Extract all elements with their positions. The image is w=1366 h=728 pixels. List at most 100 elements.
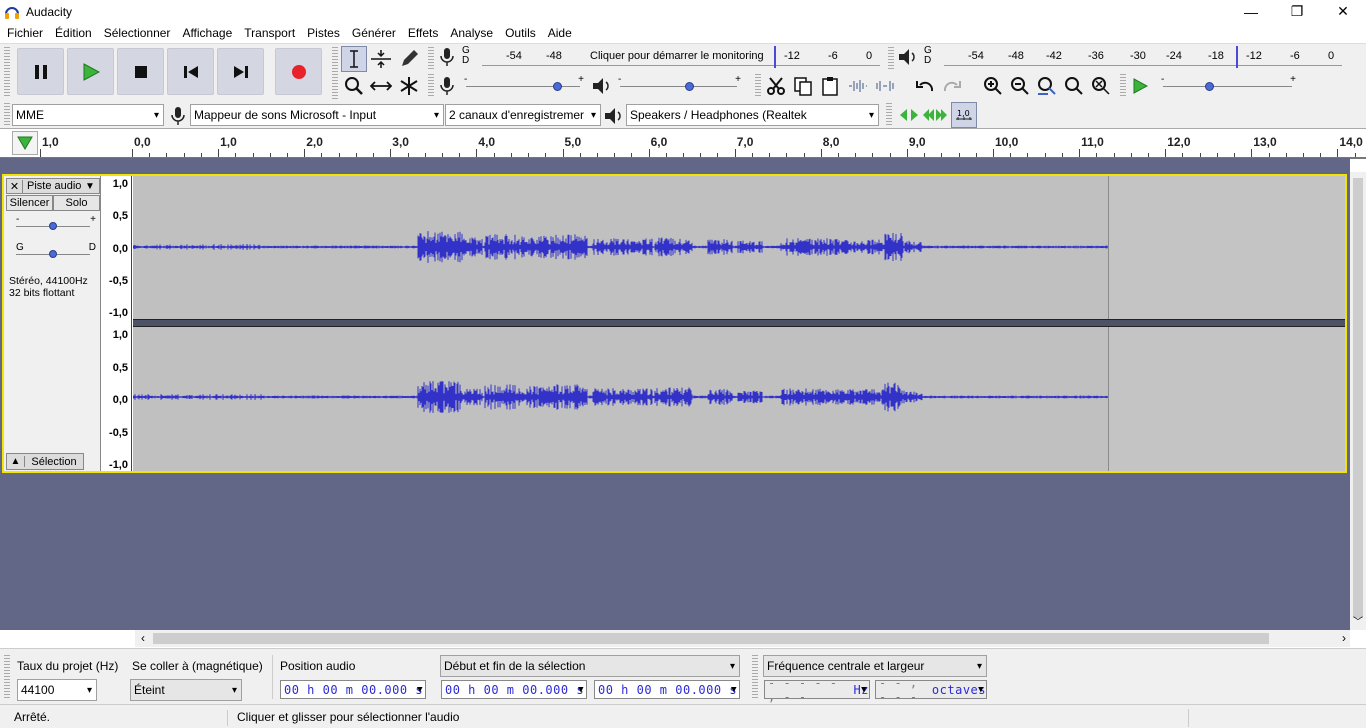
play-button[interactable] [67, 48, 114, 95]
fit-project-button[interactable] [1061, 73, 1087, 99]
slider-thumb[interactable] [1205, 82, 1215, 91]
close-track-button[interactable]: ✕ [7, 179, 23, 193]
chevron-down-icon[interactable]: ▼ [861, 685, 867, 695]
collapse-icon[interactable]: ▲ [7, 456, 25, 467]
paste-button[interactable] [817, 73, 843, 99]
zoom-in-button[interactable] [980, 73, 1006, 99]
recording-channels-select[interactable]: 2 canaux d'enregistremer ▾ [445, 104, 601, 126]
monitoring-prompt[interactable]: Cliquer pour démarrer le monitoring [590, 50, 764, 62]
selection-mode-select[interactable]: Début et fin de la sélection ▾ [440, 655, 740, 677]
edit-toolbar-grip[interactable] [755, 74, 761, 98]
project-rate-select[interactable]: 44100 ▾ [17, 679, 97, 701]
play-at-speed-button[interactable] [1127, 73, 1153, 99]
stop-button[interactable] [117, 48, 164, 95]
audio-track[interactable]: ✕ Piste audio ▼ Silencer Solo - + G D St… [2, 174, 1347, 473]
slider-thumb[interactable] [552, 82, 562, 91]
horizontal-scrollbar-thumb[interactable] [153, 633, 1269, 644]
recording-volume-slider[interactable]: - + [458, 74, 588, 94]
playback-volume-slider[interactable]: - + [612, 74, 745, 94]
mute-button[interactable]: Silencer [6, 195, 53, 211]
redo-button[interactable] [939, 73, 965, 99]
selection-tool[interactable] [341, 46, 367, 72]
playback-device-select[interactable]: Speakers / Headphones (Realtek ▾ [626, 104, 879, 126]
waveform-area[interactable] [133, 176, 1345, 471]
tools-toolbar-grip[interactable] [332, 47, 338, 100]
chevron-down-icon[interactable]: ▼ [417, 685, 423, 695]
pause-button[interactable] [17, 48, 64, 95]
snap-select[interactable]: Éteint ▾ [130, 679, 242, 701]
record-meter-grip[interactable] [428, 47, 434, 69]
scroll-right-icon[interactable]: › [1342, 631, 1346, 645]
amplitude-ruler[interactable]: 1,0 0,5 0,0 -0,5 -1,0 1,0 0,5 0,0 -0,5 -1,0 [102, 176, 132, 471]
spectral-mode-select[interactable]: Fréquence centrale et largeur ▾ [763, 655, 987, 677]
undo-button[interactable] [912, 73, 938, 99]
chevron-down-icon[interactable]: ▼ [978, 685, 984, 695]
scrub-ruler-toggle[interactable]: 1,0 [951, 102, 977, 128]
selection-start-field[interactable]: 00 h 00 m 00.000 s ▼ [441, 680, 587, 699]
gain-slider[interactable]: - + [8, 214, 98, 234]
menu-affichage[interactable]: Affichage [176, 23, 238, 43]
track-menu-arrow-icon[interactable]: ▼ [85, 181, 99, 192]
chevron-down-icon[interactable]: ▼ [578, 685, 584, 695]
seek-button[interactable] [922, 102, 948, 128]
envelope-tool[interactable] [368, 46, 394, 72]
vertical-scrollbar[interactable]: ︿ ﹀ [1350, 172, 1366, 630]
trim-button[interactable] [845, 73, 871, 99]
slider-thumb[interactable] [49, 222, 57, 230]
solo-button[interactable]: Solo [53, 195, 100, 211]
playback-meter[interactable]: GD -54 -48 -42 -36 -30 -24 -18 -12 -6 0 [924, 46, 1342, 68]
cut-button[interactable] [763, 73, 789, 99]
pan-slider[interactable]: G D [8, 242, 98, 262]
mixer-toolbar-grip[interactable] [428, 74, 434, 98]
time-shift-tool[interactable] [368, 73, 394, 99]
zoom-out-button[interactable] [1007, 73, 1033, 99]
menu-analyse[interactable]: Analyse [444, 23, 499, 43]
spectral-toolbar-grip[interactable] [752, 655, 758, 699]
menu-aide[interactable]: Aide [542, 23, 578, 43]
center-frequency-field[interactable]: - - - - - , - - Hz ▼ [764, 676, 870, 704]
record-button[interactable] [275, 48, 322, 95]
menu-outils[interactable]: Outils [499, 23, 542, 43]
scrub-button[interactable] [896, 102, 922, 128]
zoom-toggle-button[interactable] [1088, 73, 1114, 99]
play-speed-slider[interactable]: - + [1155, 74, 1300, 94]
scroll-down-icon[interactable]: ﹀ [1353, 613, 1363, 628]
microphone-icon[interactable] [439, 47, 455, 67]
fit-selection-button[interactable] [1034, 73, 1060, 99]
slider-thumb[interactable] [49, 250, 57, 258]
selection-end-field[interactable]: 00 h 00 m 00.000 s ▼ [594, 680, 740, 699]
menu-pistes[interactable]: Pistes [301, 23, 346, 43]
vertical-scrollbar-thumb[interactable] [1353, 178, 1363, 618]
recording-device-select[interactable]: Mappeur de sons Microsoft - Input ▾ [190, 104, 444, 126]
menu-fichier[interactable]: Fichier [1, 23, 49, 43]
audio-position-field[interactable]: 00 h 00 m 00.000 s ▼ [280, 680, 426, 699]
bandwidth-field[interactable]: - - , - - - octaves ▼ [875, 676, 987, 704]
menu-generer[interactable]: Générer [346, 23, 402, 43]
maximize-button[interactable]: ❐ [1274, 0, 1320, 23]
pin-playhead-button[interactable] [12, 131, 38, 155]
play-speed-grip[interactable] [1120, 74, 1126, 98]
recording-meter[interactable]: GD -54 -48 Cliquer pour démarrer le moni… [462, 46, 880, 68]
scroll-left-icon[interactable]: ‹ [141, 631, 145, 645]
speaker-icon[interactable] [898, 48, 918, 66]
menu-edition[interactable]: Édition [49, 23, 98, 43]
draw-tool[interactable] [396, 46, 422, 72]
select-track-button[interactable]: ▲ Sélection [6, 453, 84, 470]
chevron-down-icon[interactable]: ▼ [731, 685, 737, 695]
horizontal-scrollbar[interactable]: ‹ › [135, 630, 1350, 647]
selection-toolbar-grip[interactable] [4, 655, 10, 699]
menu-selectionner[interactable]: Sélectionner [98, 23, 177, 43]
copy-button[interactable] [790, 73, 816, 99]
menu-effets[interactable]: Effets [402, 23, 444, 43]
menu-transport[interactable]: Transport [238, 23, 301, 43]
skip-to-end-button[interactable] [217, 48, 264, 95]
play-meter-grip[interactable] [888, 47, 894, 69]
zoom-tool[interactable] [341, 73, 367, 99]
transport-toolbar-grip[interactable] [4, 47, 10, 97]
skip-to-start-button[interactable] [167, 48, 214, 95]
minimize-button[interactable]: — [1228, 0, 1274, 23]
device-toolbar-grip[interactable] [4, 103, 10, 127]
close-window-button[interactable]: ✕ [1320, 0, 1366, 23]
track-name-menu[interactable]: Piste audio [23, 180, 85, 192]
audio-host-select[interactable]: MME ▾ [12, 104, 164, 126]
